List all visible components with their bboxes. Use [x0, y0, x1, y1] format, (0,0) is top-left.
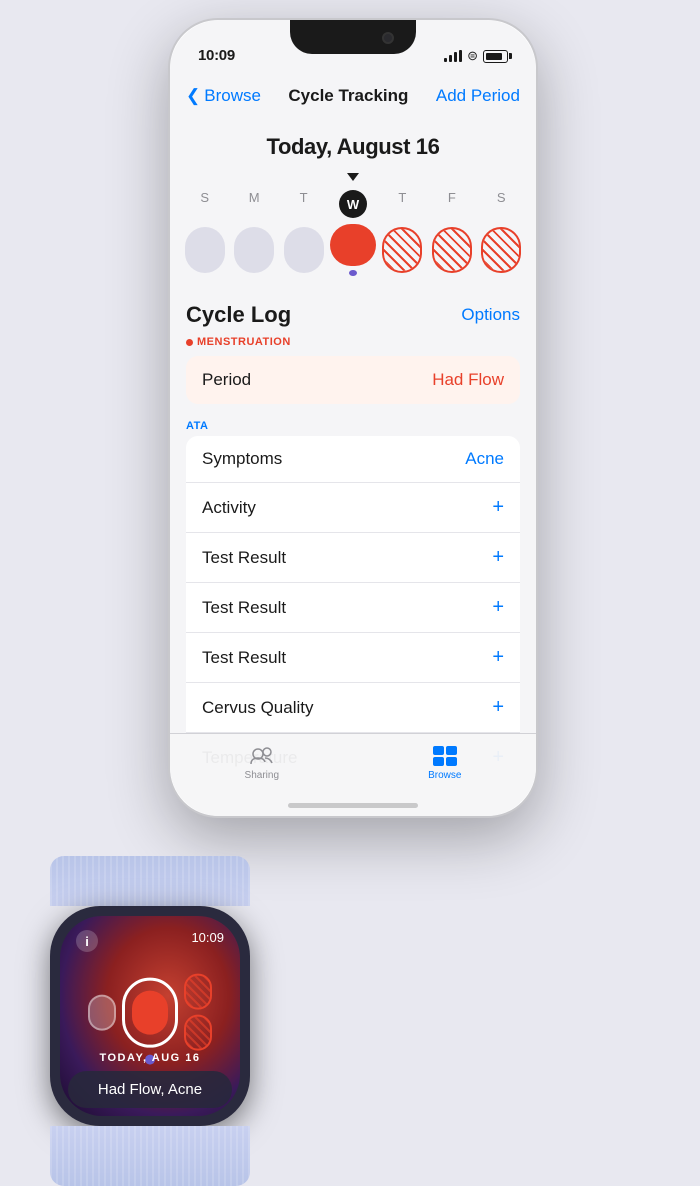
watch-band-bottom	[50, 1126, 250, 1186]
nav-bar: ❮ Browse Cycle Tracking Add Period	[170, 74, 536, 118]
calendar-strip: S M T W T F S	[170, 168, 536, 286]
cervus-quality-plus: +	[492, 696, 504, 719]
status-time: 10:09	[198, 47, 235, 64]
watch-circle-hatched2	[184, 1015, 212, 1051]
today-indicator	[180, 168, 526, 186]
day-label-t1: T	[281, 190, 327, 218]
symptoms-label: Symptoms	[202, 449, 282, 469]
home-indicator	[288, 803, 418, 808]
activity-label: Activity	[202, 498, 256, 518]
cycle-log: Cycle Log Options MENSTRUATION Period Ha…	[170, 286, 536, 404]
wifi-icon: ⊜	[467, 48, 478, 64]
watch-cycle-circles	[88, 974, 212, 1051]
table-row[interactable]: Test Result +	[186, 533, 520, 583]
watch-summary: Had Flow, Acne	[68, 1071, 232, 1108]
sharing-icon	[248, 744, 276, 766]
watch-circle-small1	[88, 994, 116, 1030]
watch-screen: i 10:09 TODAY, AUG 16 Had Flow, Acne	[60, 916, 240, 1116]
watch-info-button[interactable]: i	[76, 930, 98, 952]
table-row[interactable]: Cervus Quality +	[186, 683, 520, 733]
period-value: Had Flow	[432, 370, 504, 390]
table-row[interactable]: Activity +	[186, 483, 520, 533]
front-camera	[382, 32, 394, 44]
table-row[interactable]: Test Result +	[186, 583, 520, 633]
day-circle-t1[interactable]	[281, 224, 327, 276]
period-label: Period	[202, 370, 251, 390]
table-row[interactable]: Symptoms Acne	[186, 436, 520, 483]
ovulation-dot	[349, 270, 357, 276]
test-result1-plus: +	[492, 546, 504, 569]
day-circle-s1[interactable]	[182, 224, 228, 276]
test-result3-plus: +	[492, 646, 504, 669]
day-circle-f[interactable]	[429, 224, 475, 276]
phone-content: Today, August 16 S M T W T F S	[170, 118, 536, 816]
cycle-log-title: Cycle Log	[186, 302, 291, 328]
battery-icon	[483, 50, 508, 63]
health-data-rows: Symptoms Acne Activity + Test Result + T…	[186, 436, 520, 782]
table-row[interactable]: Test Result +	[186, 633, 520, 683]
day-labels: S M T W T F S	[180, 190, 526, 218]
tab-sharing[interactable]: Sharing	[245, 744, 279, 781]
watch-circle-main	[122, 977, 178, 1047]
notch	[290, 20, 416, 54]
day-circle-t2[interactable]	[379, 224, 425, 276]
status-icons: ⊜	[444, 48, 508, 64]
day-label-s1: S	[182, 190, 228, 218]
test-result2-plus: +	[492, 596, 504, 619]
cycle-log-header: Cycle Log Options	[186, 302, 520, 328]
iphone: 10:09 ⊜ ❮ Browse Cycle Tracking	[168, 18, 538, 818]
signal-icon	[444, 50, 462, 62]
watch-body: i 10:09 TODAY, AUG 16 Had Flow, Acne	[50, 906, 250, 1126]
activity-plus: +	[492, 496, 504, 519]
cervus-quality-label: Cervus Quality	[202, 698, 313, 718]
day-circle-m[interactable]	[231, 224, 277, 276]
health-data-label: ATA	[170, 416, 536, 436]
watch-main-inner	[132, 990, 168, 1034]
apple-watch: i 10:09 TODAY, AUG 16 Had Flow, Acne	[15, 856, 285, 1166]
watch-time: 10:09	[191, 930, 224, 945]
test-result2-label: Test Result	[202, 598, 286, 618]
tab-browse[interactable]: Browse	[428, 744, 461, 781]
tab-bar: Sharing Browse	[170, 733, 536, 816]
watch-date: TODAY, AUG 16	[60, 1052, 240, 1064]
watch-circle-hatched1	[184, 974, 212, 1010]
browse-tab-label: Browse	[428, 770, 461, 781]
sharing-tab-label: Sharing	[245, 770, 279, 781]
menstruation-dot	[186, 339, 193, 346]
add-period-button[interactable]: Add Period	[436, 86, 520, 106]
menstruation-label: MENSTRUATION	[186, 336, 520, 348]
day-label-s2: S	[478, 190, 524, 218]
day-label-m: M	[231, 190, 277, 218]
day-circles	[180, 224, 526, 276]
period-row[interactable]: Period Had Flow	[186, 356, 520, 404]
watch-band-top	[50, 856, 250, 906]
test-result1-label: Test Result	[202, 548, 286, 568]
back-button[interactable]: ❮ Browse	[186, 86, 261, 106]
day-circle-s2[interactable]	[478, 224, 524, 276]
day-circle-w[interactable]	[330, 224, 376, 276]
browse-icon	[431, 744, 459, 766]
symptoms-value: Acne	[465, 449, 504, 469]
page-title: Cycle Tracking	[288, 86, 408, 106]
day-label-t2: T	[379, 190, 425, 218]
test-result3-label: Test Result	[202, 648, 286, 668]
day-label-w-today: W	[339, 190, 367, 218]
date-header: Today, August 16	[170, 118, 536, 168]
day-label-f: F	[429, 190, 475, 218]
triangle-icon	[347, 173, 359, 181]
options-button[interactable]: Options	[461, 305, 520, 325]
